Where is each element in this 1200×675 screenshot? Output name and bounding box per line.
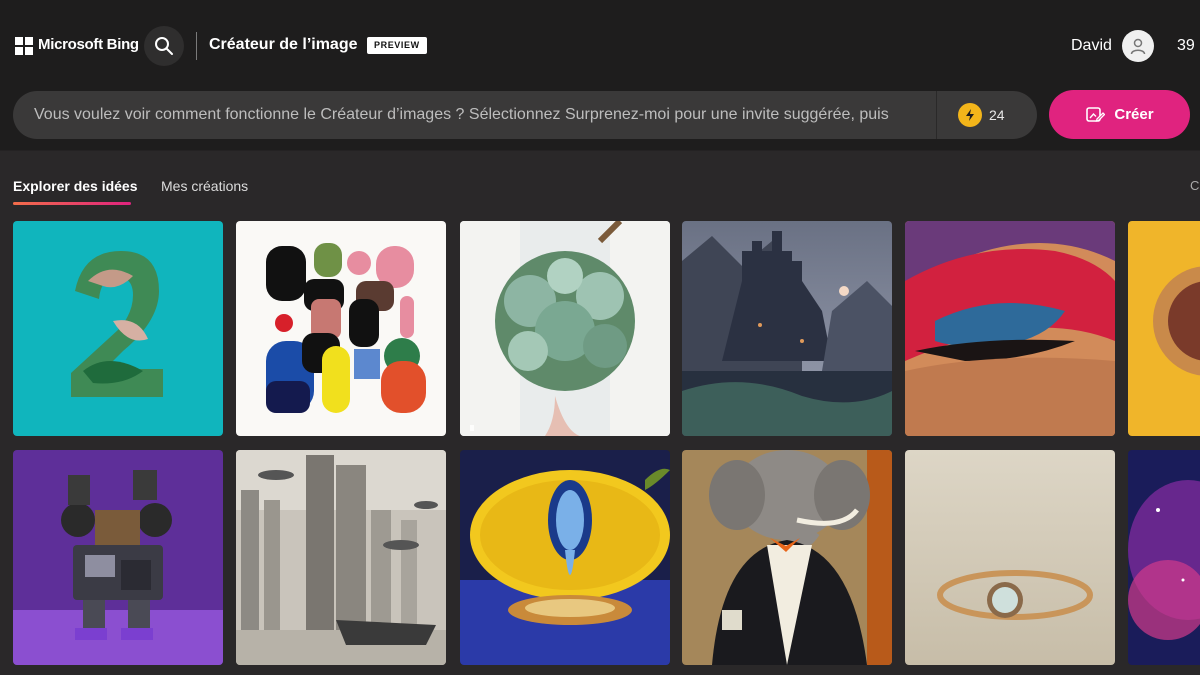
gallery-image-eyeshadow[interactable] — [905, 221, 1115, 436]
gallery-image-succulent-bouquet[interactable] — [460, 221, 670, 436]
boost-icon — [958, 103, 982, 127]
gallery-image-number-two[interactable] — [13, 221, 223, 436]
gallery-image — [682, 450, 892, 665]
search-button[interactable] — [144, 26, 184, 66]
brand-name[interactable]: Microsoft Bing — [38, 36, 139, 53]
search-icon — [155, 37, 173, 55]
gallery-image — [682, 221, 892, 436]
create-button-label: Créer — [1114, 106, 1154, 123]
gallery-image — [236, 450, 446, 665]
gallery-image — [13, 221, 223, 436]
gallery-image-nebula[interactable] — [1128, 450, 1200, 665]
app-title[interactable]: Créateur de l’image — [209, 36, 358, 54]
create-button[interactable]: Créer — [1049, 90, 1190, 139]
prompt-bar: 24 — [13, 91, 1037, 139]
microsoft-logo-icon[interactable] — [15, 37, 33, 55]
gallery-image — [1128, 450, 1200, 665]
gallery-image-dark-castle[interactable] — [682, 221, 892, 436]
gallery-image — [905, 450, 1115, 665]
create-icon — [1086, 106, 1106, 122]
gallery-image-purple-robot[interactable] — [13, 450, 223, 665]
gallery-image-futuristic-city[interactable] — [236, 450, 446, 665]
gallery-image — [13, 450, 223, 665]
gallery-image — [1128, 221, 1200, 436]
person-icon — [1130, 38, 1146, 55]
image-creator-page: Microsoft Bing Créateur de l’image PREVI… — [0, 0, 1200, 675]
boost-counter[interactable]: 24 — [958, 103, 1005, 127]
tab-explore[interactable]: Explorer des idées — [13, 178, 138, 205]
tab-edge-text[interactable]: C — [1190, 178, 1199, 193]
gallery-image-abstract-shapes[interactable] — [236, 221, 446, 436]
gallery-image — [460, 221, 670, 436]
gallery-image-astronaut[interactable] — [1128, 221, 1200, 436]
gallery-image — [236, 221, 446, 436]
gallery-image-melting-lemon[interactable] — [460, 450, 670, 665]
avatar[interactable] — [1122, 30, 1154, 62]
boost-divider — [936, 91, 937, 139]
user-name[interactable]: David — [1071, 37, 1112, 55]
boost-count: 24 — [989, 107, 1005, 123]
gallery-image-elephant-tuxedo[interactable] — [682, 450, 892, 665]
rewards-count[interactable]: 39 — [1177, 37, 1195, 55]
header-divider — [196, 32, 197, 60]
preview-badge: PREVIEW — [367, 37, 427, 54]
gallery-image-gold-ring[interactable] — [905, 450, 1115, 665]
gallery-image — [460, 450, 670, 665]
tab-my-creations[interactable]: Mes créations — [161, 178, 248, 194]
prompt-input[interactable] — [34, 91, 914, 139]
top-header: Microsoft Bing Créateur de l’image PREVI… — [0, 0, 1200, 92]
gallery-image — [905, 221, 1115, 436]
